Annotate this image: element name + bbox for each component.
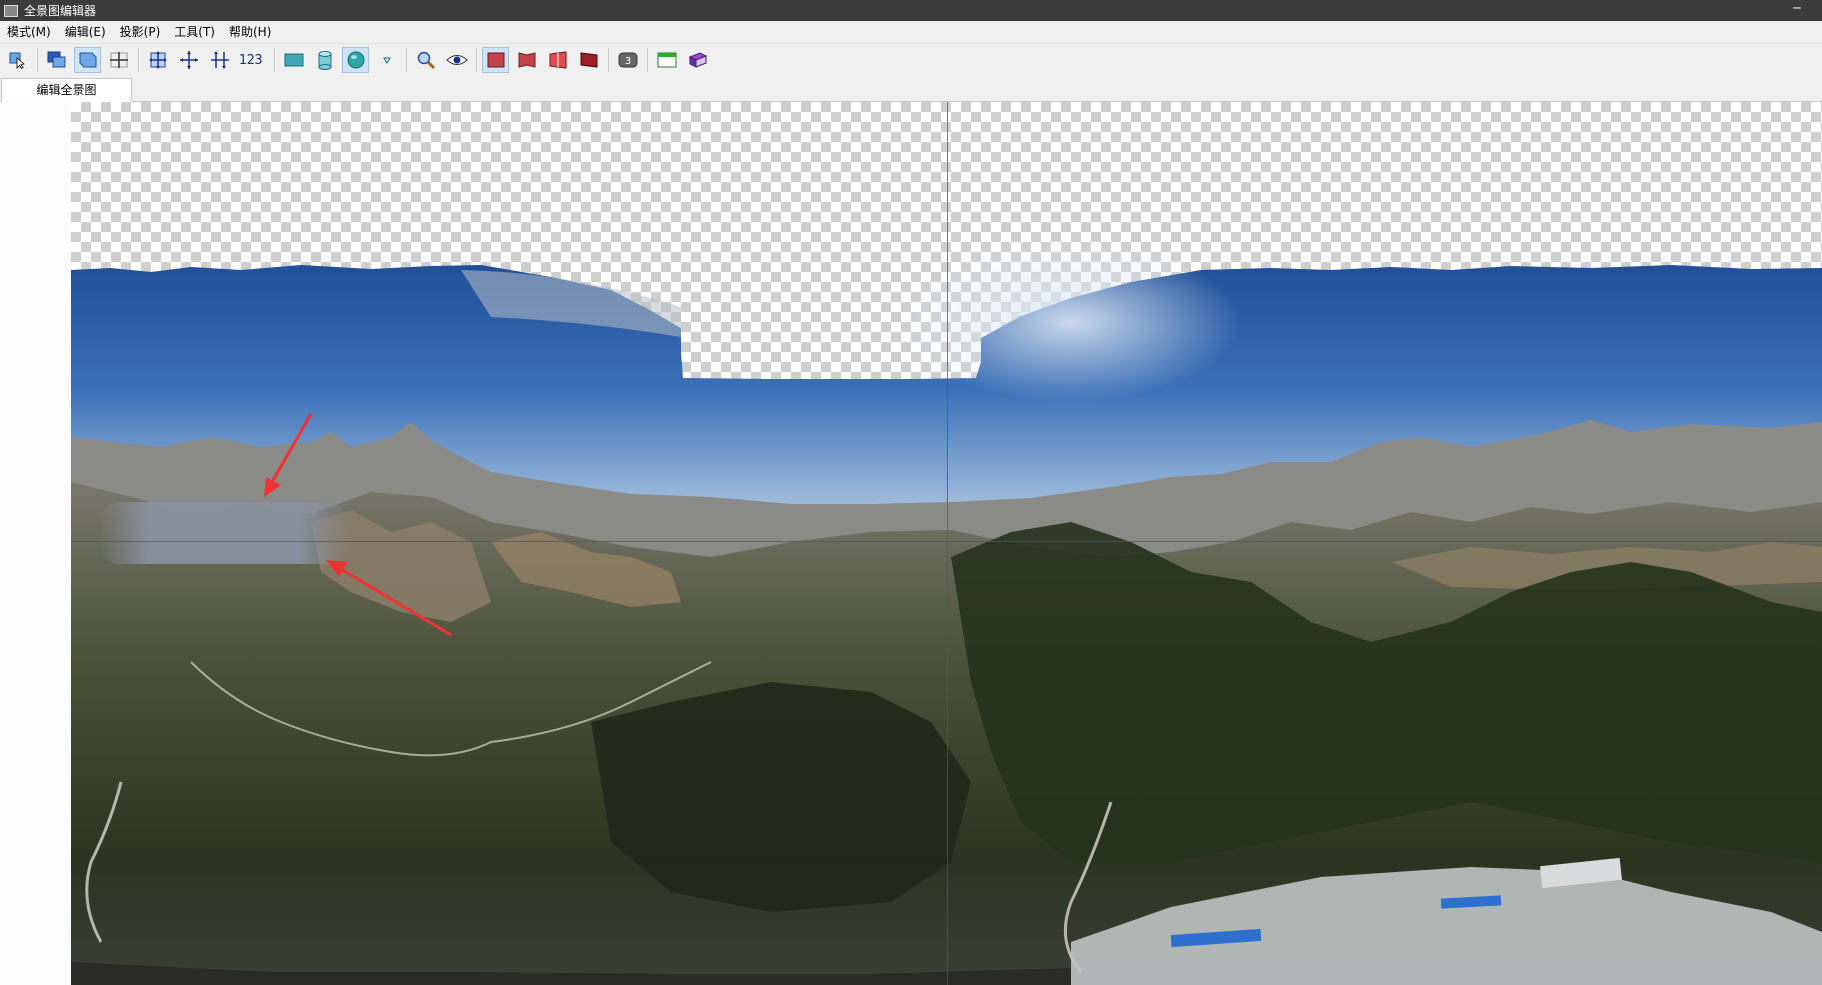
numbers-icon[interactable]: 123	[237, 47, 264, 73]
sun-glow	[901, 242, 1241, 402]
toolbar-separator	[37, 48, 38, 72]
toolbar-separator	[406, 48, 407, 72]
select-arrow-icon[interactable]	[4, 47, 31, 73]
app-icon	[4, 4, 18, 17]
sphere-icon[interactable]	[342, 47, 369, 73]
toolbar-separator	[608, 48, 609, 72]
projection-fold-icon[interactable]	[513, 47, 540, 73]
preview-eye-icon[interactable]	[443, 47, 470, 73]
layer-badge-text: 3	[624, 56, 630, 67]
toolbar-separator	[647, 48, 648, 72]
menu-tools[interactable]: 工具(T)	[167, 21, 222, 43]
toolbar-separator	[476, 48, 477, 72]
rectilinear-icon[interactable]	[280, 47, 307, 73]
vertical-guide-line[interactable]	[947, 102, 948, 985]
tab-bar: 编辑全景图	[0, 76, 1822, 102]
left-panel	[0, 102, 71, 985]
menu-help[interactable]: 帮助(H)	[222, 21, 278, 43]
cylinder-icon[interactable]	[311, 47, 338, 73]
panorama-canvas[interactable]	[71, 102, 1822, 985]
images-icon[interactable]	[43, 47, 70, 73]
horizon-guide-line[interactable]	[71, 541, 1822, 542]
numbers-label: 123	[238, 52, 263, 68]
straighten-icon[interactable]	[206, 47, 233, 73]
window-icon[interactable]	[653, 47, 680, 73]
crosshair-icon[interactable]	[105, 47, 132, 73]
projection-flat-icon[interactable]	[482, 47, 509, 73]
window-title: 全景图编辑器	[24, 4, 97, 18]
minimize-icon[interactable]: ─	[1782, 2, 1812, 18]
title-bar: 全景图编辑器 ─	[0, 0, 1822, 21]
tab-edit-panorama[interactable]: 编辑全景图	[1, 78, 132, 102]
menu-edit[interactable]: 编辑(E)	[58, 21, 113, 43]
book-icon[interactable]	[684, 47, 711, 73]
toolbar: 123 3	[0, 44, 1822, 76]
center-icon[interactable]	[175, 47, 202, 73]
toolbar-separator	[274, 48, 275, 72]
layer-badge-icon[interactable]: 3	[614, 47, 641, 73]
zoom-icon[interactable]	[412, 47, 439, 73]
move-icon[interactable]	[144, 47, 171, 73]
menu-projection[interactable]: 投影(P)	[113, 21, 168, 43]
menu-mode[interactable]: 模式(M)	[0, 21, 58, 43]
projection-mirror-icon[interactable]	[544, 47, 571, 73]
blurred-patch	[99, 502, 349, 564]
menu-bar: 模式(M) 编辑(E) 投影(P) 工具(T) 帮助(H)	[0, 21, 1822, 44]
dropdown-icon[interactable]	[373, 47, 400, 73]
projection-dark-icon[interactable]	[575, 47, 602, 73]
toolbar-separator	[138, 48, 139, 72]
panorama-icon[interactable]	[74, 47, 101, 73]
